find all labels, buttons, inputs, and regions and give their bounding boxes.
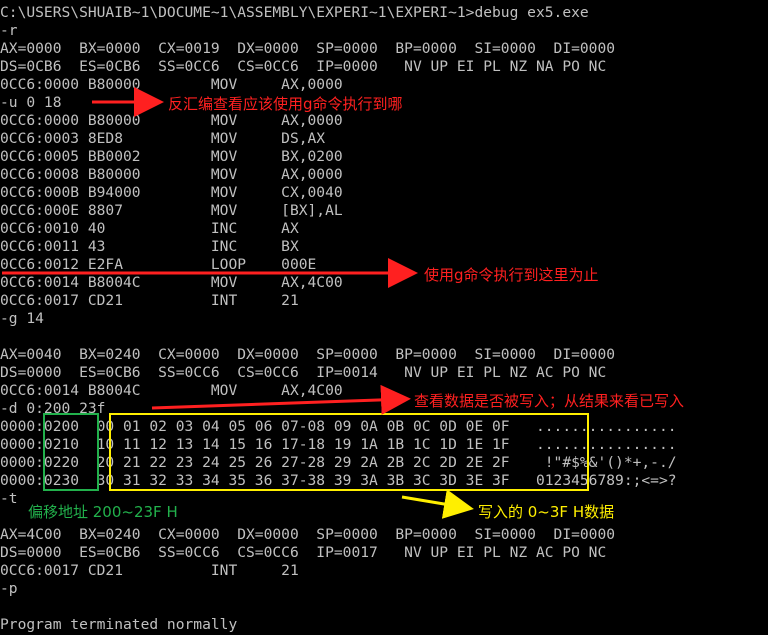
console-line: -r	[0, 22, 18, 39]
arrow-check-data	[151, 384, 411, 415]
console-line: 0CC6:000B B94000 MOV CX,0040	[0, 184, 343, 201]
hex-data-highlight	[109, 413, 589, 491]
console-line: Program terminated normally	[0, 616, 238, 633]
console-line: 0CC6:0003 8ED8 MOV DS,AX	[0, 130, 326, 147]
console-line: -g 14	[0, 310, 44, 327]
console-line: 0CC6:0000 B80000 MOV AX,0000	[0, 112, 343, 129]
console-line: 0CC6:0017 CD21 INT 21	[0, 292, 299, 309]
console-line: 0CC6:0005 BB0002 MOV BX,0200	[0, 148, 343, 165]
arrow-written-data	[401, 489, 474, 519]
console-line: -u 0 18	[0, 94, 62, 111]
console-line: -t	[0, 490, 18, 507]
console-line: -p	[0, 580, 18, 597]
console-line: 0CC6:000E 8807 MOV [BX],AL	[0, 202, 343, 219]
console-line: AX=4C00 BX=0240 CX=0000 DX=0000 SP=0000 …	[0, 526, 616, 543]
console-line: 0CC6:0017 CD21 INT 21	[0, 562, 299, 579]
console-line: 0CC6:0011 43 INC BX	[0, 238, 299, 255]
console-line: 0CC6:0014 B8004C MOV AX,4C00	[0, 274, 343, 291]
console-line: AX=0000 BX=0000 CX=0019 DX=0000 SP=0000 …	[0, 40, 616, 57]
console-line: 0CC6:0000 B80000 MOV AX,0000	[0, 76, 343, 93]
written-data-note: 写入的 0~3F H数据	[478, 503, 615, 521]
console-line: AX=0040 BX=0240 CX=0000 DX=0000 SP=0000 …	[0, 346, 616, 363]
disassemble-note: 反汇编查看应该使用g命令执行到哪	[168, 95, 403, 113]
check-data-note: 查看数据是否被写入；从结果来看已写入	[414, 392, 685, 410]
console-line: 0CC6:0012 E2FA LOOP 000E	[0, 256, 317, 273]
console-line: 0CC6:0008 B80000 MOV AX,0000	[0, 166, 343, 183]
console-line: 0CC6:0010 40 INC AX	[0, 220, 299, 237]
console-line: DS=0000 ES=0CB6 SS=0CC6 CS=0CC6 IP=0014 …	[0, 364, 607, 381]
console-line: DS=0000 ES=0CB6 SS=0CC6 CS=0CC6 IP=0017 …	[0, 544, 607, 561]
offset-address-highlight	[43, 413, 99, 491]
console-line: DS=0CB6 ES=0CB6 SS=0CC6 CS=0CC6 IP=0000 …	[0, 58, 607, 75]
console-line: C:\USERS\SHUAIB~1\DOCUME~1\ASSEMBLY\EXPE…	[0, 4, 589, 21]
offset-note: 偏移地址 200~23F H	[28, 503, 178, 521]
console-line: 0CC6:0014 B8004C MOV AX,4C00	[0, 382, 343, 399]
terminal-window[interactable]: C:\USERS\SHUAIB~1\DOCUME~1\ASSEMBLY\EXPE…	[0, 0, 768, 635]
go-until-note: 使用g命令执行到这里为止	[424, 266, 599, 284]
